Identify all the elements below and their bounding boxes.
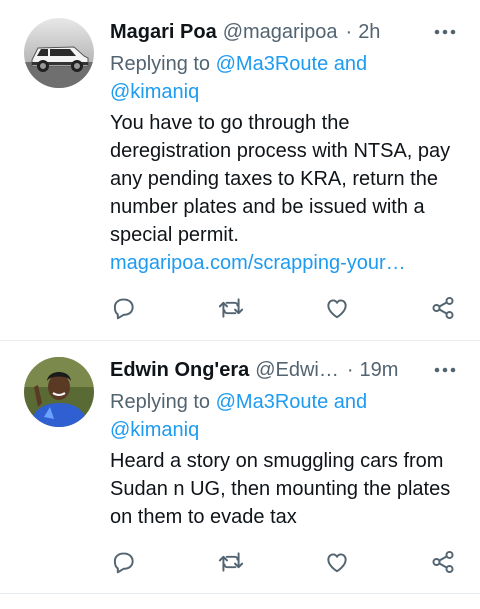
- share-icon[interactable]: [428, 293, 458, 323]
- share-icon[interactable]: [428, 547, 458, 577]
- retweet-icon[interactable]: [216, 293, 246, 323]
- more-options-icon[interactable]: [430, 355, 460, 385]
- replying-to: Replying to @Ma3Route and @kimaniq: [110, 50, 460, 106]
- tweet-body: Heard a story on smuggling cars from Sud…: [110, 450, 451, 528]
- separator: ·: [346, 358, 354, 381]
- reply-icon[interactable]: [108, 547, 138, 577]
- reply-mention-kimaniq[interactable]: @kimaniq: [110, 419, 199, 441]
- tweet-text: Heard a story on smuggling cars from Sud…: [110, 447, 460, 531]
- tweet-actions: [110, 293, 456, 323]
- tweet-text: You have to go through the deregistratio…: [110, 109, 460, 277]
- white-suv-photo-icon: [24, 18, 94, 88]
- tweet-header: Magari Poa @magaripoa · 2h: [110, 17, 460, 47]
- replying-to: Replying to @Ma3Route and @kimaniq: [110, 388, 460, 444]
- tweet-body: You have to go through the deregistratio…: [110, 112, 451, 246]
- author-handle[interactable]: @magaripoa: [223, 21, 338, 44]
- tweet-link[interactable]: magaripoa.com/scrapping-your…: [110, 249, 460, 277]
- person-photo-icon: [24, 357, 94, 427]
- reply-mentions[interactable]: @Ma3Route and: [216, 391, 368, 413]
- author-name[interactable]: Magari Poa: [110, 21, 217, 44]
- like-icon[interactable]: [322, 547, 352, 577]
- reply-mention-kimaniq[interactable]: @kimaniq: [110, 81, 199, 103]
- tweet[interactable]: Magari Poa @magaripoa · 2h Replying to @…: [0, 0, 480, 340]
- tweet-actions: [110, 547, 456, 577]
- avatar[interactable]: [24, 357, 94, 427]
- timestamp[interactable]: 19m: [360, 359, 399, 382]
- replying-prefix: Replying to: [110, 53, 211, 75]
- tweet[interactable]: Edwin Ong'era @Edwi… · 19m Replying to @…: [0, 340, 480, 593]
- reply-mentions[interactable]: @Ma3Route and: [216, 53, 368, 75]
- retweet-icon[interactable]: [216, 547, 246, 577]
- divider: [0, 593, 480, 594]
- like-icon[interactable]: [322, 293, 352, 323]
- author-handle[interactable]: @Edwi…: [255, 359, 339, 382]
- more-options-icon[interactable]: [430, 17, 460, 47]
- reply-icon[interactable]: [108, 293, 138, 323]
- timestamp[interactable]: 2h: [358, 21, 380, 44]
- avatar[interactable]: [24, 18, 94, 88]
- tweet-header: Edwin Ong'era @Edwi… · 19m: [110, 355, 460, 385]
- separator: ·: [345, 20, 353, 43]
- author-name[interactable]: Edwin Ong'era: [110, 359, 249, 382]
- replying-prefix: Replying to: [110, 391, 211, 413]
